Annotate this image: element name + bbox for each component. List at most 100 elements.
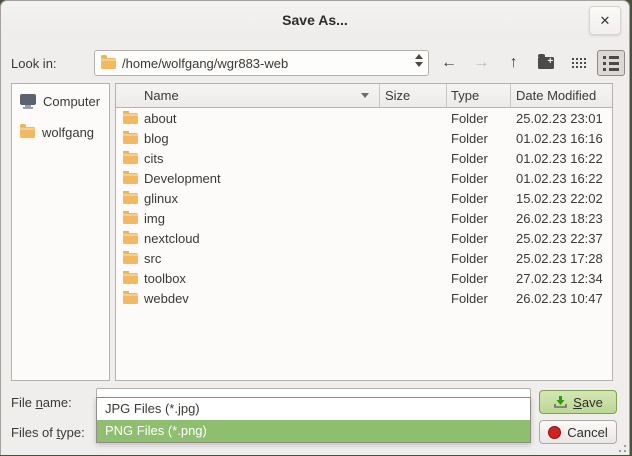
filetype-option[interactable]: JPG Files (*.jpg) [97, 398, 530, 420]
file-type: Folder [451, 290, 488, 306]
resize-grip[interactable] [616, 442, 626, 452]
sidebar-item-label: Computer [43, 94, 101, 109]
header-name[interactable]: Name [116, 84, 380, 107]
file-date-modified: 15.02.23 22:02 [516, 190, 603, 206]
save-button-label: Save [573, 394, 603, 410]
sidebar-item-wolfgang[interactable]: wolfgang [12, 120, 109, 145]
table-row[interactable]: src Folder 25.02.23 17:28 [116, 248, 612, 268]
file-date-modified: 26.02.23 10:47 [516, 290, 603, 306]
cancel-button-label: Cancel [567, 424, 608, 440]
file-name: cits [144, 150, 164, 166]
file-type: Folder [451, 190, 488, 206]
close-icon: ✕ [599, 12, 611, 28]
cancel-button[interactable]: Cancel [539, 420, 617, 444]
file-date-modified: 01.02.23 16:16 [516, 130, 603, 146]
file-type: Folder [451, 170, 488, 186]
folder-icon [123, 210, 138, 224]
folder-icon [123, 270, 138, 284]
folder-icon [123, 130, 138, 144]
look-in-label: Look in: [11, 56, 57, 71]
folder-icon [20, 124, 35, 138]
dialog-title: Save As... [282, 12, 348, 28]
filetype-option[interactable]: PNG Files (*.png) [97, 420, 530, 442]
parent-directory-button[interactable]: ↑ [500, 50, 528, 76]
file-type: Folder [451, 250, 488, 266]
file-type: Folder [451, 230, 488, 246]
folder-icon [123, 170, 138, 184]
spin-down-icon [415, 62, 423, 67]
icon-view-button[interactable] [565, 50, 593, 76]
file-type: Folder [451, 130, 488, 146]
file-name: Development [144, 170, 221, 186]
sort-descending-icon [361, 93, 369, 98]
folder-icon [123, 230, 138, 244]
current-path: /home/wolfgang/wgr883-web [122, 55, 289, 71]
table-row[interactable]: toolbox Folder 27.02.23 12:34 [116, 268, 612, 288]
new-folder-icon [538, 54, 555, 69]
sidebar-item-computer[interactable]: Computer [12, 89, 109, 114]
file-name: blog [144, 130, 169, 146]
file-list-view: Name Size Type Date Modified about Folder… [115, 83, 613, 381]
file-date-modified: 25.02.23 22:37 [516, 230, 603, 246]
grid-view-icon [570, 56, 587, 70]
file-name: webdev [144, 290, 189, 306]
file-type: Folder [451, 150, 488, 166]
back-button[interactable]: ← [435, 50, 463, 76]
file-table-body: about Folder 25.02.23 23:01 blog Folder 01.02… [116, 108, 612, 308]
file-type: Folder [451, 270, 488, 286]
save-icon [554, 396, 567, 408]
folder-icon [123, 190, 138, 204]
detail-view-button[interactable] [596, 50, 625, 76]
file-name: img [144, 210, 165, 226]
file-type-dropdown-list: JPG Files (*.jpg) PNG Files (*.png) [96, 397, 531, 443]
header-type[interactable]: Type [447, 84, 511, 107]
header-date-modified[interactable]: Date Modified [511, 84, 612, 107]
file-date-modified: 25.02.23 17:28 [516, 250, 603, 266]
save-as-dialog: Save As... ✕ Look in: /home/wolfgang/wgr… [0, 0, 630, 455]
header-size[interactable]: Size [380, 84, 447, 107]
table-header: Name Size Type Date Modified [116, 84, 612, 108]
file-date-modified: 27.02.23 12:34 [516, 270, 603, 286]
create-new-folder-button[interactable] [532, 50, 560, 76]
table-row[interactable]: about Folder 25.02.23 23:01 [116, 108, 612, 128]
folder-icon [101, 54, 116, 69]
navigation-toolbar: ← → ↑ [435, 50, 625, 76]
up-icon: ↑ [509, 54, 518, 71]
file-type: Folder [451, 110, 488, 126]
table-row[interactable]: img Folder 26.02.23 18:23 [116, 208, 612, 228]
path-combobox[interactable]: /home/wolfgang/wgr883-web [94, 50, 429, 76]
table-row[interactable]: nextcloud Folder 25.02.23 22:37 [116, 228, 612, 248]
titlebar[interactable]: Save As... ✕ [1, 1, 629, 39]
places-sidebar: Computer wolfgang [11, 83, 110, 381]
sidebar-item-label: wolfgang [42, 125, 95, 140]
folder-icon [123, 110, 138, 124]
back-icon: ← [441, 54, 457, 71]
file-name: src [144, 250, 162, 266]
table-row[interactable]: glinux Folder 15.02.23 22:02 [116, 188, 612, 208]
table-row[interactable]: blog Folder 01.02.23 16:16 [116, 128, 612, 148]
file-type: Folder [451, 210, 488, 226]
folder-icon [123, 150, 138, 164]
combo-spinner[interactable] [415, 54, 423, 67]
spin-up-icon [415, 54, 423, 59]
table-row[interactable]: webdev Folder 26.02.23 10:47 [116, 288, 612, 308]
file-name: about [144, 110, 177, 126]
cancel-icon [548, 425, 562, 439]
file-date-modified: 26.02.23 18:23 [516, 210, 603, 226]
folder-icon [123, 290, 138, 304]
file-name-label: File name: [11, 395, 72, 410]
computer-icon [20, 94, 36, 109]
file-name: toolbox [144, 270, 186, 286]
close-button[interactable]: ✕ [589, 6, 621, 35]
list-view-icon [602, 55, 619, 71]
forward-icon: → [473, 54, 490, 71]
files-of-type-label: Files of type: [11, 425, 85, 440]
forward-button[interactable]: → [467, 50, 495, 76]
file-name: nextcloud [144, 230, 200, 246]
file-name: glinux [144, 190, 178, 206]
file-date-modified: 25.02.23 23:01 [516, 110, 603, 126]
folder-icon [123, 250, 138, 264]
table-row[interactable]: Development Folder 01.02.23 16:22 [116, 168, 612, 188]
save-button[interactable]: Save [539, 390, 617, 414]
table-row[interactable]: cits Folder 01.02.23 16:22 [116, 148, 612, 168]
